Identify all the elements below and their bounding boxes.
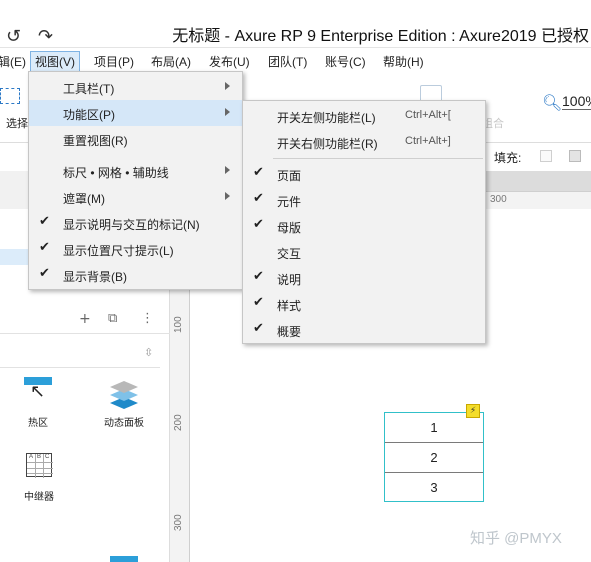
menu-separator bbox=[273, 158, 483, 159]
menu-item-outline[interactable]: ✔ 概要 bbox=[243, 317, 485, 343]
menu-item-toggle-left-panel[interactable]: 开关左侧功能栏(L) Ctrl+Alt+[ bbox=[243, 103, 485, 129]
repeater-row[interactable]: 3 bbox=[385, 473, 483, 503]
menu-project[interactable]: 项目(P) bbox=[94, 53, 134, 70]
submenu-arrow-icon bbox=[225, 192, 230, 200]
check-icon: ✔ bbox=[253, 165, 264, 180]
menu-view[interactable]: 视图(V) bbox=[30, 51, 80, 72]
repeater-widget[interactable]: 1 2 3 bbox=[384, 412, 484, 502]
more-options-icon[interactable]: ⋮ bbox=[141, 311, 154, 326]
submenu-arrow-icon bbox=[225, 166, 230, 174]
menu-item-show-background[interactable]: ✔ 显示背景(B) bbox=[29, 262, 242, 288]
check-icon: ✔ bbox=[253, 295, 264, 310]
add-icon[interactable]: + bbox=[79, 311, 91, 327]
copy-icon[interactable]: ⧉ bbox=[108, 311, 117, 326]
menu-item-widgets[interactable]: ✔ 元件 bbox=[243, 187, 485, 213]
menu-help[interactable]: 帮助(H) bbox=[383, 53, 424, 70]
menu-item-masters[interactable]: ✔ 母版 bbox=[243, 213, 485, 239]
check-icon: ✔ bbox=[39, 214, 50, 229]
interaction-lightning-icon[interactable]: ⚡ bbox=[466, 404, 480, 418]
menu-layout[interactable]: 布局(A) bbox=[151, 53, 191, 70]
fill-color-swatch[interactable] bbox=[540, 150, 552, 162]
zoom-search-icon: 🔍︎ bbox=[542, 93, 563, 112]
check-icon: ✔ bbox=[39, 240, 50, 255]
select-mode-icon[interactable] bbox=[0, 88, 20, 104]
repeater-icon[interactable]: A B C bbox=[26, 453, 53, 478]
select-mode-label[interactable]: 选择 bbox=[6, 115, 28, 131]
shortcut-label: Ctrl+Alt+] bbox=[405, 135, 451, 147]
window-title: 无标题 - Axure RP 9 Enterprise Edition : Ax… bbox=[172, 28, 589, 45]
check-icon: ✔ bbox=[253, 191, 264, 206]
redo-icon[interactable]: ↷ bbox=[38, 26, 53, 47]
menu-item-notes[interactable]: ✔ 说明 bbox=[243, 265, 485, 291]
check-icon: ✔ bbox=[253, 321, 264, 336]
menu-item-pages[interactable]: ✔ 页面 bbox=[243, 161, 485, 187]
check-icon: ✔ bbox=[39, 266, 50, 281]
menu-item-show-position-hints[interactable]: ✔ 显示位置尺寸提示(L) bbox=[29, 236, 242, 262]
menu-item-show-notes-markers[interactable]: ✔ 显示说明与交互的标记(N) bbox=[29, 210, 242, 236]
dynamic-panel-icon[interactable] bbox=[108, 377, 140, 409]
menu-bar: 辑(E) 视图(V) 项目(P) 布局(A) 发布(U) 团队(T) 账号(C)… bbox=[0, 48, 591, 73]
menu-item-mask[interactable]: 遮罩(M) bbox=[29, 184, 242, 210]
zoom-input[interactable]: 100% bbox=[562, 93, 591, 110]
menu-item-reset-view[interactable]: 重置视图(R) bbox=[29, 126, 242, 152]
view-menu-dropdown: 工具栏(T) 功能区(P) 重置视图(R) 标尺 • 网格 • 辅助线 遮罩(M… bbox=[28, 71, 243, 290]
menu-item-toggle-right-panel[interactable]: 开关右侧功能栏(R) Ctrl+Alt+] bbox=[243, 129, 485, 155]
undo-icon[interactable]: ↺ bbox=[6, 26, 21, 47]
widget-icon-partial[interactable] bbox=[110, 556, 138, 562]
menu-publish[interactable]: 发布(U) bbox=[209, 53, 250, 70]
menu-account[interactable]: 账号(C) bbox=[325, 53, 366, 70]
menu-item-styles[interactable]: ✔ 样式 bbox=[243, 291, 485, 317]
menu-item-toolbar[interactable]: 工具栏(T) bbox=[29, 74, 242, 100]
submenu-arrow-icon bbox=[225, 82, 230, 90]
submenu-arrow-icon bbox=[225, 108, 230, 116]
menu-edit[interactable]: 辑(E) bbox=[0, 53, 26, 70]
fill-image-swatch[interactable] bbox=[569, 150, 581, 162]
menu-item-rulers-grid[interactable]: 标尺 • 网格 • 辅助线 bbox=[29, 158, 242, 184]
menu-item-interactions[interactable]: 交互 bbox=[243, 239, 485, 265]
shortcut-label: Ctrl+Alt+[ bbox=[405, 109, 451, 121]
ruler-tick-300-v: 300 bbox=[173, 514, 184, 531]
hotspot-icon[interactable]: ↖ bbox=[24, 377, 52, 402]
library-selector[interactable]: ⇳ bbox=[0, 342, 160, 368]
dynamic-panel-label[interactable]: 动态面板 bbox=[104, 414, 144, 429]
menu-item-function-area[interactable]: 功能区(P) bbox=[29, 100, 242, 126]
ruler-tick-300: 300 bbox=[490, 194, 507, 205]
repeater-row[interactable]: 2 bbox=[385, 443, 483, 473]
hotspot-label[interactable]: 热区 bbox=[28, 414, 48, 429]
ruler-tick-200: 200 bbox=[173, 414, 184, 431]
ruler-tick-100: 100 bbox=[173, 316, 184, 333]
repeater-label[interactable]: 中继器 bbox=[24, 488, 54, 503]
library-header: + ⧉ ⋮ bbox=[0, 304, 170, 334]
title-bar: ↺ ↷ 无标题 - Axure RP 9 Enterprise Edition … bbox=[0, 0, 591, 48]
check-icon: ✔ bbox=[253, 217, 264, 232]
chevron-updown-icon[interactable]: ⇳ bbox=[144, 346, 153, 359]
menu-team[interactable]: 团队(T) bbox=[268, 53, 307, 70]
check-icon: ✔ bbox=[253, 269, 264, 284]
watermark: 知乎 @PMYX bbox=[470, 530, 562, 547]
function-area-submenu: 开关左侧功能栏(L) Ctrl+Alt+[ 开关右侧功能栏(R) Ctrl+Al… bbox=[242, 100, 486, 344]
fill-label: 填充: bbox=[494, 151, 522, 165]
